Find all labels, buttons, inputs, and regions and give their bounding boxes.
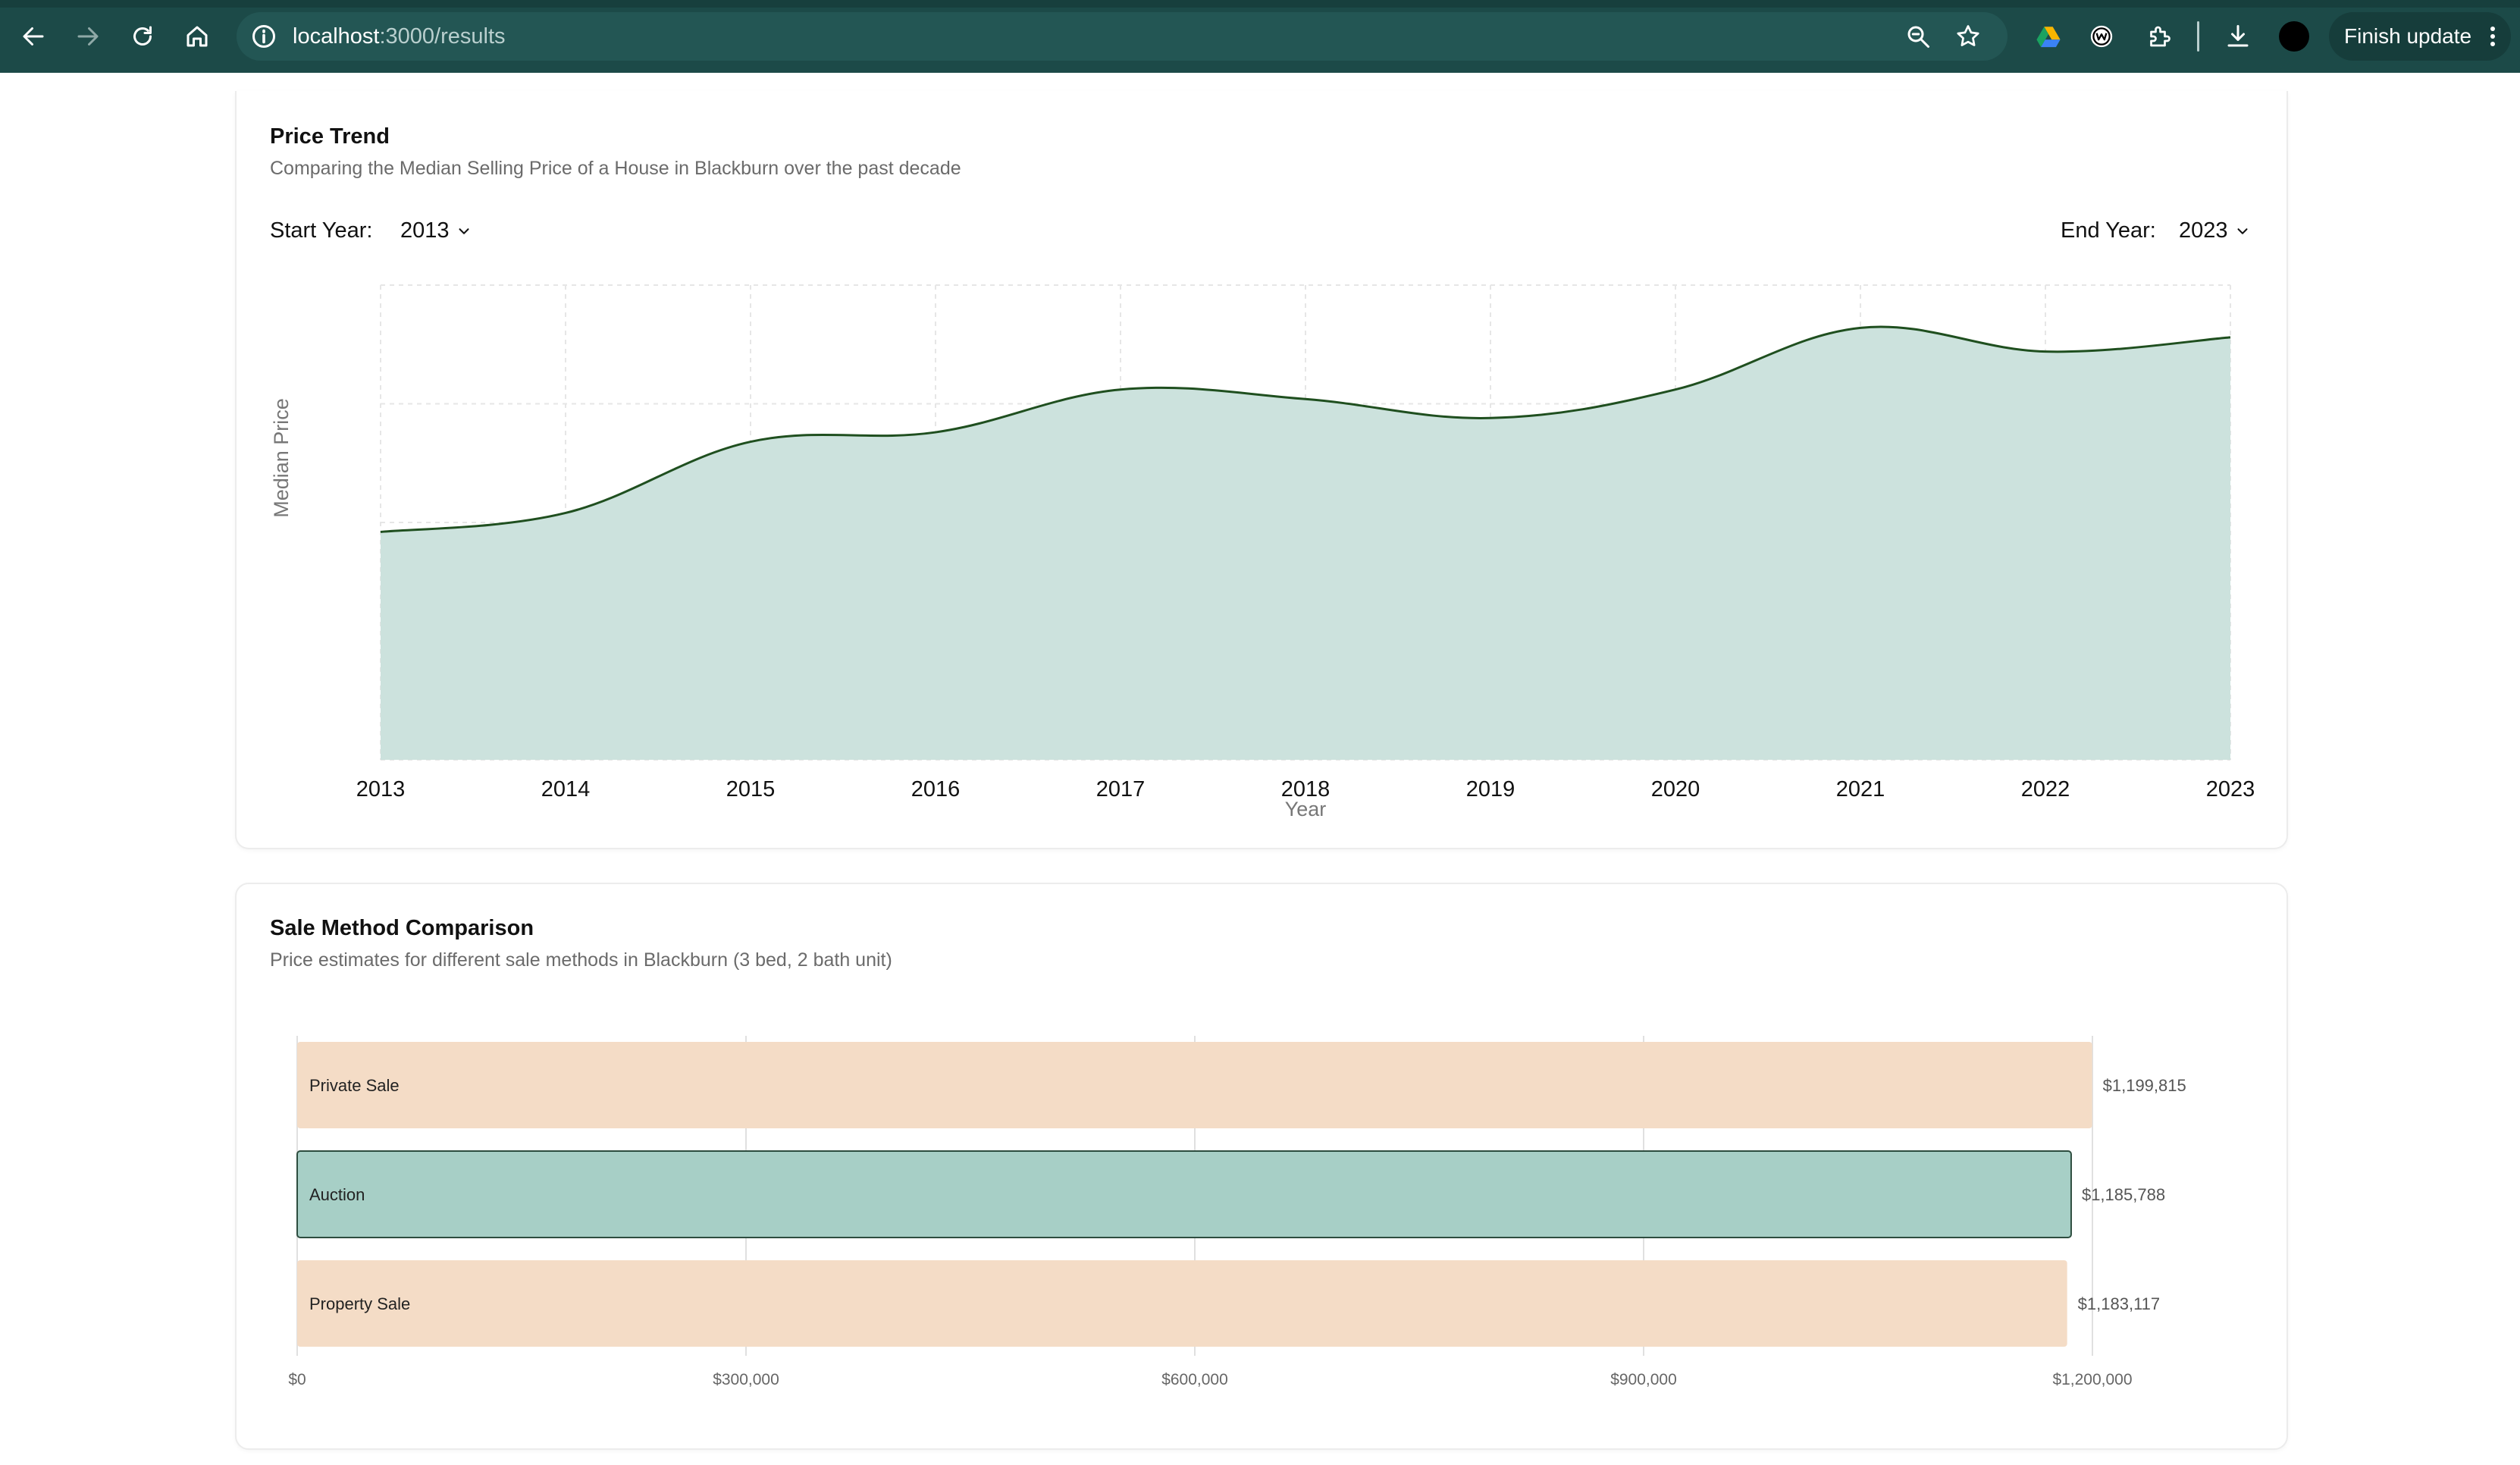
- bar: [296, 1150, 2072, 1238]
- arrow-right-icon: [77, 27, 99, 45]
- x-tick-label: $300,000: [713, 1371, 779, 1388]
- x-tick-label: 2014: [541, 777, 591, 802]
- home-button[interactable]: [180, 20, 214, 53]
- sale-method-chart: Private Sale $1,199,815 Auction $1,185,788 P…: [288, 1036, 2186, 1388]
- reload-icon: [133, 26, 152, 45]
- x-tick-label: 2016: [911, 777, 961, 802]
- bar-category-label: Auction: [309, 1185, 365, 1204]
- toolbar-separator: [2197, 21, 2199, 52]
- bar-category-label: Private Sale: [309, 1076, 400, 1095]
- home-icon: [186, 26, 208, 47]
- extensions-puzzle-icon[interactable]: [2144, 21, 2174, 52]
- sale-method-card: Sale Method Comparison Price estimates f…: [235, 883, 2288, 1450]
- bar: [297, 1260, 2067, 1347]
- url-text[interactable]: localhost:3000/results: [293, 23, 506, 50]
- browser-toolbar: localhost:3000/results Finish update: [0, 0, 2520, 73]
- download-icon[interactable]: [2223, 21, 2253, 52]
- x-tick-label: $0: [288, 1371, 306, 1388]
- area-fill: [381, 326, 2230, 760]
- x-tick-label: $600,000: [1161, 1371, 1228, 1388]
- bar: [297, 1042, 2092, 1128]
- x-tick-label: 2019: [1466, 777, 1515, 802]
- x-tick-label: 2017: [1096, 777, 1146, 802]
- back-button[interactable]: [17, 20, 50, 53]
- bar-value-label: $1,199,815: [2103, 1076, 2186, 1095]
- x-tick-label: 2013: [356, 777, 406, 802]
- bar-category-label: Property Sale: [309, 1294, 410, 1313]
- finish-update-button[interactable]: Finish update: [2329, 12, 2511, 61]
- address-bar[interactable]: localhost:3000/results: [237, 12, 2008, 61]
- profile-avatar[interactable]: [2279, 21, 2309, 52]
- x-axis-label: Year: [1285, 798, 1327, 820]
- price-trend-card: Price Trend Comparing the Median Selling…: [235, 91, 2288, 849]
- x-tick-label: 2015: [726, 777, 776, 802]
- google-drive-icon[interactable]: [2033, 21, 2064, 52]
- x-tick-label: 2020: [1651, 777, 1700, 802]
- price-trend-chart: 2013 2014 2015 2016 2017 2018 2019 2020 2021 2022…: [270, 284, 2255, 820]
- finish-update-label: Finish update: [2344, 24, 2472, 48]
- x-tick-label: 2022: [2021, 777, 2070, 802]
- bar-value-label: $1,183,117: [2078, 1294, 2160, 1313]
- x-tick-label: 2021: [1836, 777, 1885, 802]
- x-tick-label: $900,000: [1610, 1371, 1677, 1388]
- url-path: :3000/results: [379, 24, 506, 49]
- x-tick-label: $1,200,000: [2052, 1371, 2132, 1388]
- reload-button[interactable]: [126, 20, 159, 53]
- arrow-left-icon: [23, 27, 44, 45]
- extension-w-icon[interactable]: [2086, 21, 2117, 52]
- x-tick-label: 2023: [2206, 777, 2255, 802]
- bar-value-label: $1,185,788: [2082, 1185, 2165, 1204]
- bookmark-star-icon[interactable]: [1954, 23, 1982, 50]
- more-menu-icon[interactable]: [2490, 26, 2496, 47]
- tab-strip: [0, 0, 2520, 8]
- zoom-icon[interactable]: [1904, 23, 1932, 50]
- site-info-icon[interactable]: [250, 23, 277, 50]
- forward-button[interactable]: [71, 20, 105, 53]
- y-axis-label: Median Price: [270, 398, 293, 518]
- url-host: localhost: [293, 24, 380, 49]
